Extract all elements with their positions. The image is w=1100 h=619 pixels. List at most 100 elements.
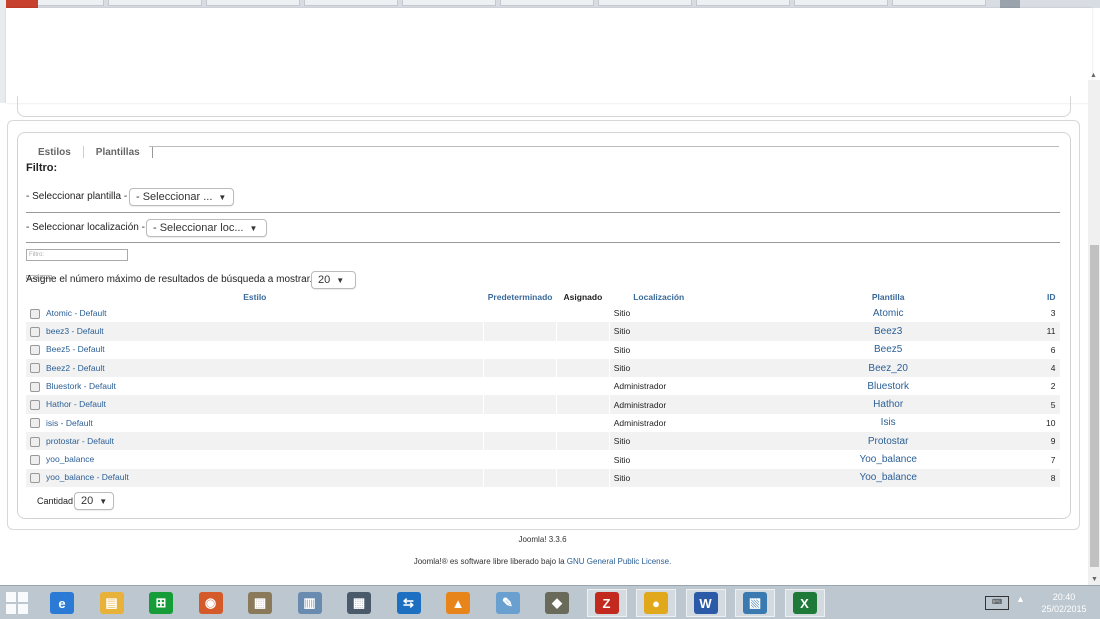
browser-tab[interactable]: [206, 0, 300, 6]
location-cell: Administrador: [608, 413, 735, 433]
template-link[interactable]: Hathor: [734, 395, 1043, 414]
col-localizacion[interactable]: Localización: [609, 290, 734, 304]
paint-taskbar-button[interactable]: ✎: [488, 589, 528, 617]
scroll-down-icon[interactable]: ▼: [1091, 576, 1098, 583]
filezilla-taskbar-button[interactable]: Z: [586, 589, 627, 617]
footer-license-text: Joomla!® es software libre liberado bajo…: [413, 557, 565, 566]
template-link[interactable]: Bluestork: [734, 377, 1042, 395]
row-checkbox[interactable]: [30, 454, 40, 465]
table-row: beez3 - Default Sitio Beez3 11: [26, 322, 1060, 341]
divider: [26, 242, 1060, 243]
row-checkbox[interactable]: [30, 363, 40, 374]
style-link[interactable]: Beez2 - Default: [46, 363, 105, 373]
windows-start-icon[interactable]: [6, 592, 30, 614]
row-checkbox[interactable]: [30, 400, 40, 410]
row-checkbox[interactable]: [30, 418, 40, 429]
location-cell: Sitio: [608, 358, 735, 378]
gpl-link[interactable]: GNU General Public License.: [567, 557, 672, 566]
system-clock[interactable]: 20:40 25/02/2015: [1034, 591, 1094, 615]
style-link[interactable]: yoo_balance: [46, 454, 94, 464]
internet-explorer-taskbar-button[interactable]: e: [42, 589, 82, 617]
row-checkbox[interactable]: [30, 473, 40, 484]
style-link[interactable]: yoo_balance - Default: [46, 472, 129, 482]
scrollbar-thumb[interactable]: [1090, 245, 1099, 567]
browser-tab[interactable]: [696, 0, 790, 6]
word-taskbar-button[interactable]: W: [685, 589, 726, 617]
excel-icon: X: [792, 592, 817, 614]
file-explorer-taskbar-button[interactable]: ▤: [92, 589, 132, 617]
default-cell: [483, 432, 557, 451]
pagination-limit-select[interactable]: 20 ▼: [74, 492, 114, 510]
vertical-scrollbar[interactable]: ▲ ▼: [1088, 72, 1100, 585]
row-checkbox[interactable]: [30, 308, 40, 319]
max-results-label: Asigne el número máximo de resultados de…: [26, 274, 313, 285]
assigned-cell: [556, 358, 610, 378]
scroll-up-icon[interactable]: ▲: [1090, 72, 1097, 79]
photo-viewer-taskbar-button[interactable]: ▦: [240, 589, 280, 617]
style-link[interactable]: Beez5 - Default: [46, 344, 105, 354]
browser-tab[interactable]: [598, 0, 692, 6]
chrome-taskbar-button[interactable]: ●: [636, 589, 676, 617]
calculator-taskbar-button[interactable]: ▥: [290, 589, 330, 617]
template-link[interactable]: Yoo_balance: [734, 450, 1042, 468]
style-link[interactable]: Hathor - Default: [46, 399, 106, 409]
style-link[interactable]: beez3 - Default: [46, 326, 104, 336]
style-link[interactable]: protostar - Default: [46, 436, 114, 446]
tab-plantillas[interactable]: Plantillas: [96, 147, 140, 158]
browser-tab[interactable]: [402, 0, 496, 6]
row-checkbox[interactable]: [30, 326, 40, 337]
chrome-icon: ●: [644, 592, 668, 614]
template-select[interactable]: - Seleccionar ... ▼: [129, 188, 234, 206]
search-input[interactable]: Filtro:: [26, 249, 128, 261]
tab-separator: [82, 146, 84, 158]
location-cell: Sitio: [608, 450, 735, 469]
template-link[interactable]: Beez_20: [734, 358, 1043, 378]
template-link[interactable]: Yoo_balance: [734, 468, 1043, 487]
style-link[interactable]: isis - Default: [46, 418, 93, 428]
assigned-cell: [556, 304, 610, 323]
store-taskbar-button[interactable]: ⊞: [141, 589, 181, 617]
blank-overlay: [6, 8, 1092, 103]
template-link[interactable]: Atomic: [734, 304, 1042, 322]
template-link[interactable]: Protostar: [734, 432, 1043, 451]
keyboard-icon[interactable]: ⌨: [985, 596, 1009, 610]
browser-tab[interactable]: [892, 0, 986, 6]
picasa-taskbar-button[interactable]: ◉: [191, 589, 231, 617]
col-predeterminado[interactable]: Predeterminado: [484, 290, 557, 304]
browser-tab[interactable]: [794, 0, 888, 6]
browser-tab[interactable]: [304, 0, 398, 6]
col-plantilla[interactable]: Plantilla: [734, 290, 1042, 304]
vlc-taskbar-button[interactable]: ▲: [438, 589, 478, 617]
style-link[interactable]: Atomic - Default: [46, 308, 106, 318]
browser-tab[interactable]: [108, 0, 202, 6]
style-link[interactable]: Bluestork - Default: [46, 381, 116, 391]
gimp-icon: ◆: [545, 592, 569, 614]
template-link[interactable]: Beez5: [734, 341, 1042, 359]
row-checkbox[interactable]: [30, 381, 40, 392]
gimp-taskbar-button[interactable]: ◆: [537, 589, 577, 617]
tab-estilos[interactable]: Estilos: [38, 147, 71, 158]
col-estilo[interactable]: Estilo: [26, 290, 484, 304]
style-name-cell: Bluestork - Default: [26, 377, 484, 395]
max-results-select[interactable]: 20 ▼: [311, 271, 356, 289]
movie-maker-taskbar-button[interactable]: ▦: [339, 589, 379, 617]
template-link[interactable]: Beez3: [734, 322, 1043, 341]
calculator-icon: ▥: [297, 592, 322, 614]
previous-panel-bottom: [17, 96, 1071, 117]
excel-taskbar-button[interactable]: X: [784, 589, 825, 617]
clock-date: 25/02/2015: [1041, 604, 1087, 614]
browser-tab[interactable]: [500, 0, 594, 6]
row-checkbox[interactable]: [30, 345, 40, 356]
chevron-up-icon[interactable]: ▲: [1016, 594, 1025, 604]
image-viewer-taskbar-button[interactable]: ▧: [735, 589, 775, 617]
col-id[interactable]: ID: [1042, 290, 1059, 304]
row-checkbox[interactable]: [30, 436, 40, 447]
table-row: isis - Default Administrador Isis 10: [26, 413, 1060, 433]
maximize-button[interactable]: [1000, 0, 1020, 8]
filezilla-icon: Z: [594, 592, 619, 614]
teamviewer-taskbar-button[interactable]: ⇆: [389, 589, 429, 617]
image-viewer-icon: ▧: [743, 592, 767, 614]
template-link[interactable]: Isis: [734, 414, 1042, 432]
location-select[interactable]: - Seleccionar loc... ▼: [146, 219, 267, 237]
table-row: Beez2 - Default Sitio Beez_20 4: [26, 358, 1060, 378]
